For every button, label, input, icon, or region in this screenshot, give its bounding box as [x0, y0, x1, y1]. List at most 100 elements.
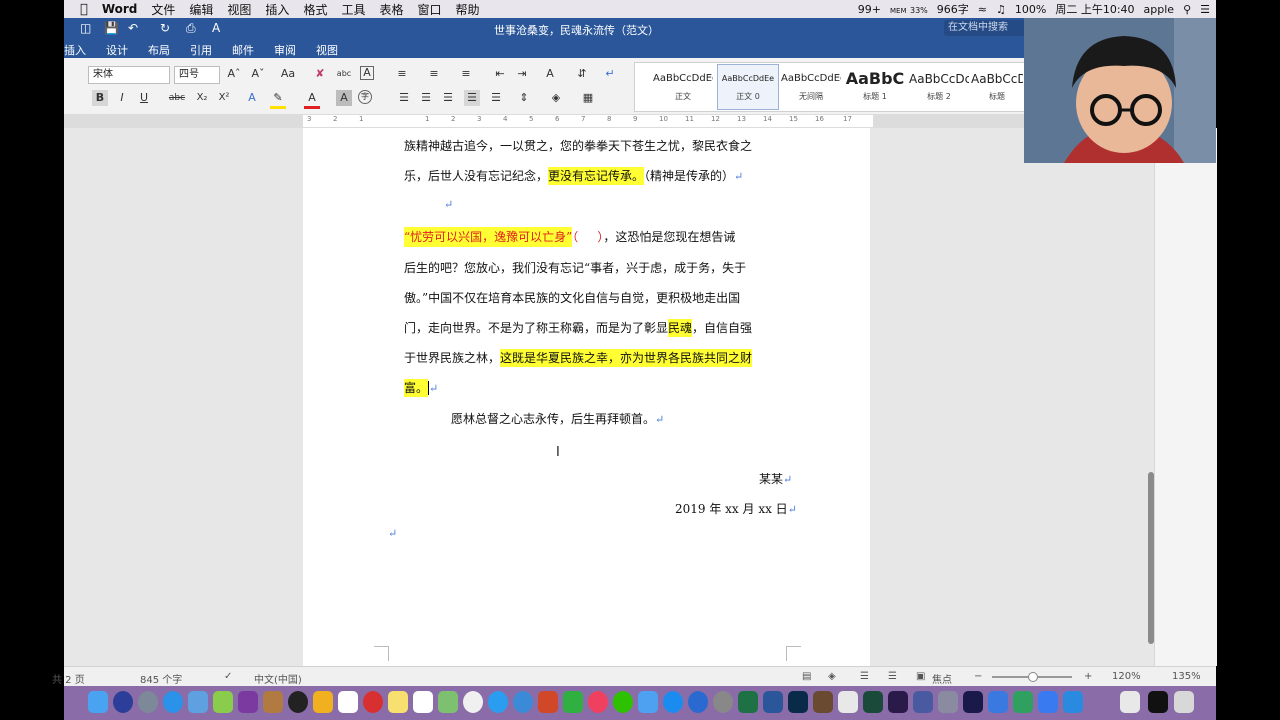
- user-name[interactable]: apple: [1144, 3, 1175, 16]
- zoom-out-button[interactable]: −: [974, 671, 982, 682]
- align-right-icon[interactable]: ☰: [440, 90, 456, 106]
- date-line[interactable]: 2019 年 xx 月 xx 日↵: [675, 500, 797, 517]
- menu-item-edit[interactable]: 编辑: [189, 1, 213, 18]
- messages-icon[interactable]: [488, 691, 508, 713]
- notes-icon[interactable]: [388, 691, 408, 713]
- borders-icon[interactable]: ▦: [580, 90, 596, 106]
- phonetic-icon[interactable]: abc: [336, 66, 352, 82]
- menu-item-insert[interactable]: 插入: [265, 1, 289, 18]
- menu-item-format[interactable]: 格式: [303, 1, 327, 18]
- files-icon[interactable]: [838, 691, 858, 713]
- baidu-netdisk-icon[interactable]: [638, 691, 658, 713]
- redo-icon[interactable]: ↻: [160, 21, 170, 35]
- menu-item-view[interactable]: 视图: [227, 1, 251, 18]
- highlight-icon[interactable]: ✎: [270, 90, 286, 109]
- wifi-icon[interactable]: ≈: [978, 3, 987, 16]
- char-border-icon[interactable]: A: [360, 66, 374, 80]
- zoom-in-button[interactable]: +: [1084, 671, 1092, 682]
- wechat-icon[interactable]: [613, 691, 633, 713]
- tab-design[interactable]: 设计: [106, 42, 128, 58]
- shading-icon[interactable]: ◈: [548, 90, 564, 106]
- save-icon[interactable]: 💾: [104, 21, 119, 35]
- system-preferences-icon[interactable]: [713, 691, 733, 713]
- focus-label[interactable]: 焦点: [932, 671, 952, 686]
- text-line[interactable]: 于世界民族之林，这既是华夏民族之幸，亦为世界各民族共同之财: [404, 349, 753, 367]
- text-line[interactable]: 乐，后世人没有忘记纪念，更没有忘记传承。（精神是传承的）↵: [404, 167, 743, 185]
- keynote-icon[interactable]: [988, 691, 1008, 713]
- sidebar-icon[interactable]: ◫: [80, 21, 91, 35]
- superscript-button[interactable]: X²: [214, 90, 234, 106]
- zoom-level[interactable]: 120%: [1112, 671, 1141, 682]
- quicktime-icon[interactable]: [688, 691, 708, 713]
- launchpad-icon[interactable]: [138, 691, 158, 713]
- wps-icon[interactable]: [1038, 691, 1058, 713]
- grow-font-icon[interactable]: Aˆ: [226, 66, 242, 82]
- italic-button[interactable]: I: [114, 90, 130, 106]
- outline-view-icon[interactable]: ☰: [860, 671, 869, 682]
- menu-item-table[interactable]: 表格: [379, 1, 403, 18]
- star-app-icon[interactable]: [913, 691, 933, 713]
- style-normal[interactable]: AaBbCcDdEe 正文: [653, 65, 713, 109]
- search-input[interactable]: 在文档中搜索: [944, 20, 1028, 36]
- menu-item-file[interactable]: 文件: [151, 1, 175, 18]
- print-layout-icon[interactable]: ▤: [802, 671, 811, 682]
- numbering-icon[interactable]: ≡: [426, 66, 442, 82]
- web-layout-icon[interactable]: ◈: [828, 671, 836, 682]
- text-line[interactable]: 门，走向世界。不是为了称王称霸，而是为了彰显民魂，自信自强: [404, 319, 752, 337]
- tab-layout[interactable]: 布局: [148, 42, 170, 58]
- undo-icon[interactable]: ↶: [128, 21, 138, 35]
- preview-icon[interactable]: [188, 691, 208, 713]
- font-name-select[interactable]: 宋体: [88, 66, 170, 84]
- bullets-icon[interactable]: ≡: [394, 66, 410, 82]
- downloads-stack-icon[interactable]: [1120, 691, 1140, 713]
- menu-item-window[interactable]: 窗口: [417, 1, 441, 18]
- word-count[interactable]: 845 个字: [140, 671, 182, 686]
- battery-level[interactable]: 100%: [1015, 3, 1046, 16]
- menu-item-tools[interactable]: 工具: [341, 1, 365, 18]
- align-center-icon[interactable]: ☰: [418, 90, 434, 106]
- guitar-app-icon[interactable]: [813, 691, 833, 713]
- finder-icon[interactable]: [88, 691, 108, 713]
- draft-view-icon[interactable]: ☰: [888, 671, 897, 682]
- horizontal-ruler[interactable]: 3 2 1 1 2 3 4 5 6 7 8 9 10 11 12 13 14 1…: [303, 115, 873, 127]
- document-page[interactable]: [303, 128, 870, 666]
- underline-button[interactable]: U: [136, 90, 152, 106]
- spotlight-icon[interactable]: ⚲: [1183, 3, 1191, 16]
- change-case-icon[interactable]: Aa: [280, 66, 296, 82]
- text-line[interactable]: 后生的吧？您放心，我们没有忘记“事者，兴于虑，成于务，失于: [404, 259, 746, 276]
- text-direction-icon[interactable]: A: [542, 66, 558, 82]
- subscript-button[interactable]: X₂: [192, 90, 212, 106]
- shrink-font-icon[interactable]: Aˇ: [250, 66, 266, 82]
- scroll-track[interactable]: [1154, 128, 1217, 666]
- style-heading-1[interactable]: AaBbC 标题 1: [845, 65, 905, 109]
- clear-format-icon[interactable]: ✘: [312, 66, 328, 82]
- decrease-indent-icon[interactable]: ⇤: [492, 66, 508, 82]
- control-center-icon[interactable]: ☰: [1200, 3, 1210, 16]
- text-effects-icon[interactable]: A: [244, 90, 260, 106]
- print-icon[interactable]: ⎙: [186, 21, 196, 36]
- font-size-select[interactable]: 四号: [174, 66, 220, 84]
- increase-indent-icon[interactable]: ⇥: [514, 66, 530, 82]
- clock[interactable]: 周二 上午10:40: [1055, 1, 1134, 17]
- text-line[interactable]: 族精神越古追今，一以贯之，您的拳拳天下苍生之忧，黎民衣食之: [404, 137, 752, 154]
- strikethrough-button[interactable]: abc: [166, 90, 188, 106]
- font-color-icon[interactable]: A: [304, 90, 320, 109]
- volume-icon[interactable]: ♫: [996, 3, 1006, 16]
- terminal-icon[interactable]: [1148, 691, 1168, 713]
- font-a-icon[interactable]: A: [212, 21, 220, 35]
- memory-status[interactable]: MEM 33%: [890, 3, 928, 16]
- text-line[interactable]: 富。↵: [404, 379, 438, 397]
- signature-line[interactable]: 某某↵: [759, 470, 792, 487]
- sort-icon[interactable]: ⇵: [574, 66, 590, 82]
- bold-button[interactable]: B: [92, 90, 108, 106]
- netease-music-icon[interactable]: [363, 691, 383, 713]
- onenote-icon[interactable]: [238, 691, 258, 713]
- photos-icon[interactable]: [463, 691, 483, 713]
- enclose-char-icon[interactable]: 字: [358, 90, 372, 104]
- style-no-spacing[interactable]: AaBbCcDdEe 无间隔: [781, 65, 841, 109]
- show-marks-icon[interactable]: ↵: [602, 66, 618, 82]
- excel-icon[interactable]: [738, 691, 758, 713]
- tab-mailings[interactable]: 邮件: [232, 42, 254, 58]
- security-app-icon[interactable]: [1063, 691, 1083, 713]
- tab-view[interactable]: 视图: [316, 42, 338, 58]
